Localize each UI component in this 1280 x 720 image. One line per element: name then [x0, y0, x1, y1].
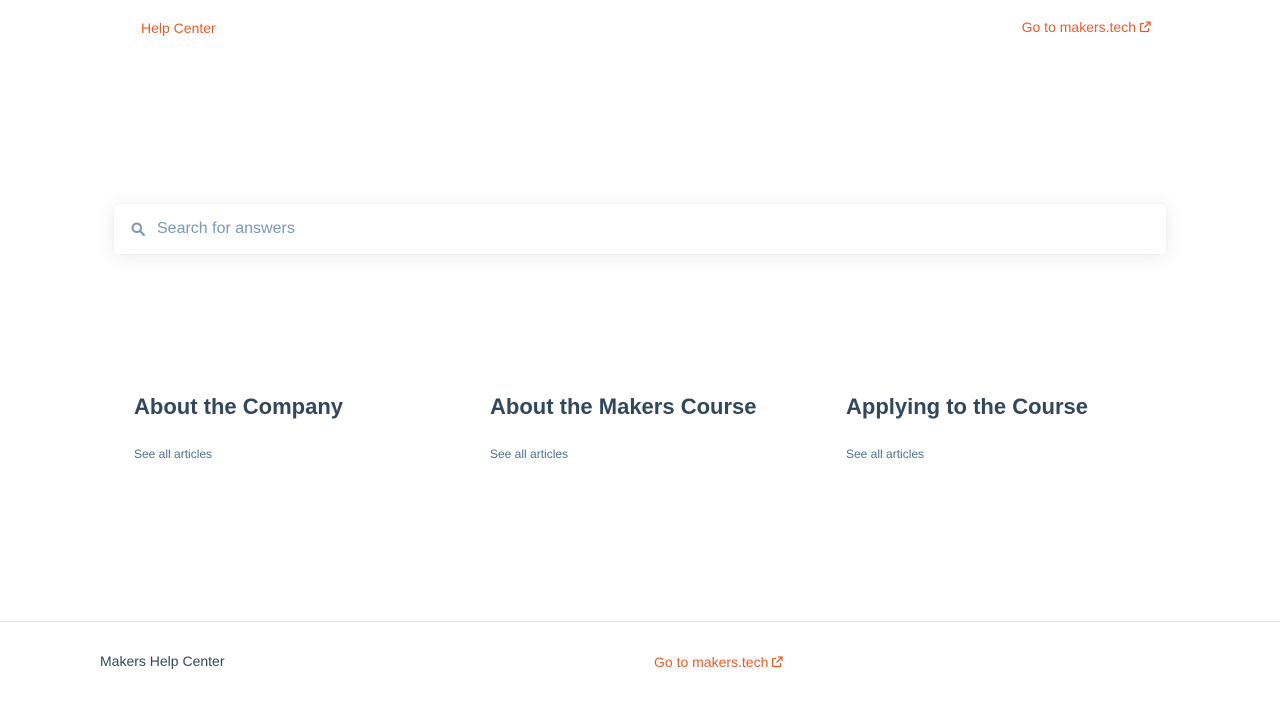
footer-brand: Makers Help Center	[100, 653, 225, 669]
search-icon	[131, 222, 145, 236]
category-title[interactable]: Applying to the Course	[846, 393, 1176, 421]
external-link-icon	[1139, 21, 1151, 33]
category-title[interactable]: About the Company	[134, 393, 464, 421]
see-all-articles-link[interactable]: See all articles	[490, 447, 568, 461]
go-to-makers-link[interactable]: Go to makers.tech	[1022, 19, 1151, 35]
category-card: Applying to the Course See all articles	[846, 393, 1176, 463]
category-card: About the Makers Course See all articles	[490, 393, 820, 463]
see-all-articles-link[interactable]: See all articles	[134, 447, 212, 461]
search-input[interactable]	[157, 204, 1147, 254]
footer-go-to-makers-link[interactable]: Go to makers.tech	[654, 654, 784, 670]
category-title[interactable]: About the Makers Course	[490, 393, 820, 421]
go-to-makers-label: Go to makers.tech	[1021, 19, 1136, 35]
see-all-articles-link[interactable]: See all articles	[846, 447, 924, 461]
category-card: About the Company See all articles	[134, 393, 464, 463]
external-link-icon	[772, 656, 784, 668]
help-center-link[interactable]: Help Center	[141, 20, 216, 36]
header: Help Center Go to makers.tech	[0, 0, 1280, 60]
search-box	[114, 204, 1166, 254]
footer: Makers Help Center Go to makers.tech	[0, 621, 1280, 720]
footer-go-to-makers-label: Go to makers.tech	[654, 654, 769, 670]
